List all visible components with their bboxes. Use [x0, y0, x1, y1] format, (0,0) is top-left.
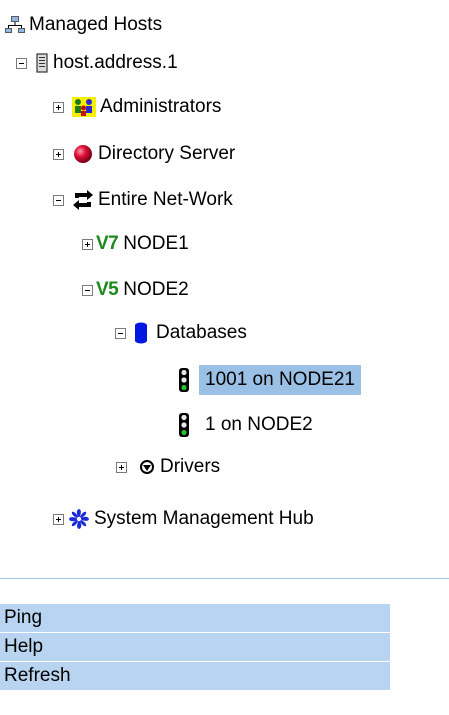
expand-icon[interactable]	[53, 513, 64, 525]
database-icon	[134, 322, 148, 344]
tree-root-managed-hosts[interactable]: Managed Hosts	[5, 10, 162, 40]
entire-network-icon	[72, 190, 94, 210]
tree-item-node2[interactable]: V5 NODE2	[82, 275, 189, 305]
tree-item-databases[interactable]: Databases	[115, 318, 247, 348]
network-hosts-icon	[5, 16, 25, 34]
node1-version-icon: V7	[96, 233, 119, 254]
collapse-icon[interactable]	[82, 284, 93, 296]
refresh-button[interactable]: Refresh	[0, 662, 390, 690]
tree-item-entire-network[interactable]: Entire Net-Work	[53, 185, 233, 215]
traffic-light-icon	[178, 413, 190, 437]
tree-item-administrators[interactable]: Administrators	[53, 92, 221, 122]
entire-network-label: Entire Net-Work	[98, 189, 233, 210]
directory-server-icon	[72, 144, 94, 164]
tree-root-label: Managed Hosts	[29, 14, 163, 35]
help-button[interactable]: Help	[0, 633, 390, 661]
collapse-icon[interactable]	[53, 194, 64, 206]
system-management-hub-label: System Management Hub	[94, 508, 314, 529]
traffic-light-icon	[178, 368, 190, 392]
tree-item-node1[interactable]: V7 NODE1	[82, 229, 189, 259]
system-management-hub-icon	[68, 508, 90, 530]
ping-button[interactable]: Ping	[0, 604, 390, 632]
tree-item-system-management-hub[interactable]: System Management Hub	[53, 504, 314, 534]
node1-label: NODE1	[123, 233, 189, 254]
administrators-icon	[72, 97, 96, 117]
drivers-label: Drivers	[160, 456, 221, 477]
tree-item-drivers[interactable]: Drivers	[116, 452, 220, 482]
collapse-icon[interactable]	[115, 327, 126, 339]
db-1-label: 1 on NODE2	[205, 414, 313, 435]
tree-item-db-1[interactable]: 1 on NODE2	[178, 410, 313, 440]
expand-icon[interactable]	[116, 461, 127, 473]
db-1001-label: 1001 on NODE21	[199, 365, 361, 395]
expand-icon[interactable]	[53, 101, 64, 113]
drivers-icon	[140, 460, 154, 474]
databases-label: Databases	[156, 322, 247, 343]
administrators-label: Administrators	[100, 96, 222, 117]
collapse-icon[interactable]	[16, 57, 27, 69]
node2-version-icon: V5	[96, 279, 119, 300]
directory-server-label: Directory Server	[98, 143, 236, 164]
tree-item-host[interactable]: host.address.1	[16, 48, 178, 78]
expand-icon[interactable]	[53, 148, 64, 160]
tree-item-directory-server[interactable]: Directory Server	[53, 139, 235, 169]
tree-item-db-1001[interactable]: 1001 on NODE21	[178, 365, 361, 395]
server-icon	[35, 53, 49, 73]
node2-label: NODE2	[123, 279, 189, 300]
divider	[0, 578, 449, 579]
host-label: host.address.1	[53, 52, 178, 73]
expand-icon[interactable]	[82, 238, 93, 250]
